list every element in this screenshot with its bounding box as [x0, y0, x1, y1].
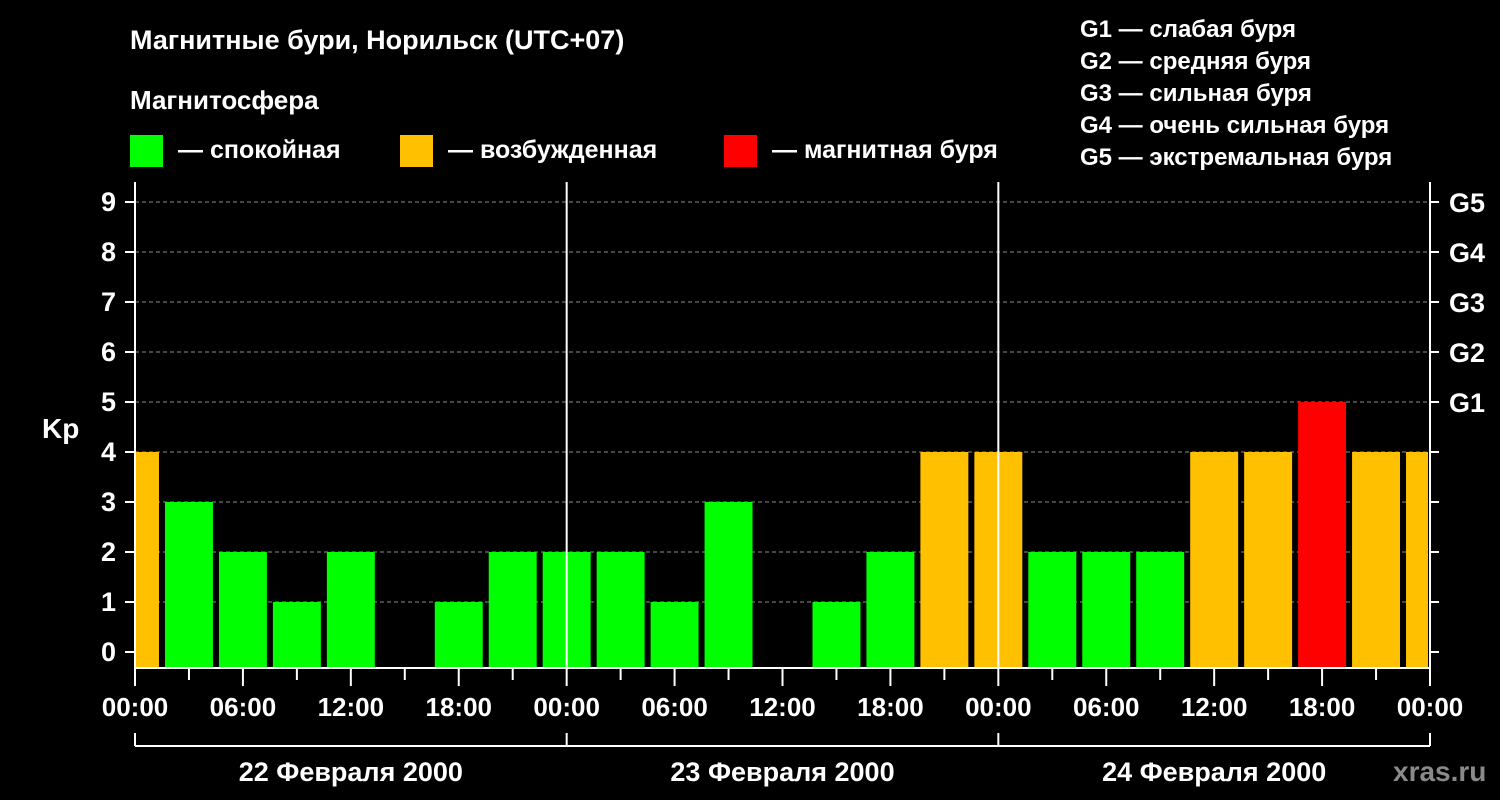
y-tick-label: 1	[101, 587, 116, 617]
y-tick-label: 7	[101, 287, 116, 317]
kp-bar-22	[1298, 402, 1347, 668]
y-tick-label: 9	[101, 187, 116, 217]
x-tick-label: 12:00	[318, 692, 385, 722]
g-level-label: G5	[1449, 188, 1485, 218]
legend-swatch-storm	[724, 135, 757, 167]
kp-bar-11	[704, 502, 753, 668]
kp-bar-19	[1136, 552, 1185, 668]
kp-bar-20	[1190, 452, 1239, 668]
y-tick-label: 4	[101, 437, 116, 467]
y-tick-label: 6	[101, 337, 116, 367]
kp-bar-13	[812, 602, 861, 668]
kp-bar-21	[1244, 452, 1293, 668]
g-scale-item-g5: G5 — экстремальная буря	[1080, 144, 1392, 171]
y-axis-label: Kp	[42, 413, 79, 444]
day-label: 23 Февраля 2000	[670, 757, 894, 787]
legend-swatch-quiet	[130, 135, 163, 167]
legend-label-storm: — магнитная буря	[772, 136, 998, 164]
x-tick-label: 00:00	[965, 692, 1032, 722]
x-tick-label: 06:00	[641, 692, 708, 722]
kp-bar-23	[1352, 452, 1401, 668]
legend-label-active: — возбужденная	[448, 136, 657, 164]
x-tick-label: 18:00	[1289, 692, 1356, 722]
x-tick-label: 12:00	[749, 692, 816, 722]
y-tick-label: 2	[101, 537, 116, 567]
x-tick-label: 00:00	[533, 692, 600, 722]
chart-title: Магнитные бури, Норильск (UTC+07)	[130, 25, 624, 55]
g-scale-item-g3: G3 — сильная буря	[1080, 80, 1312, 107]
g-scale-item-g4: G4 — очень сильная буря	[1080, 112, 1389, 139]
kp-chart: Магнитные бури, Норильск (UTC+07) Магнит…	[42, 16, 1486, 787]
g-scale-item-g1: G1 — слабая буря	[1080, 16, 1296, 43]
kp-bar-9	[596, 552, 645, 668]
kp-bar-15	[920, 452, 969, 668]
magnetosphere-heading: Магнитосфера	[130, 85, 319, 115]
y-tick-label: 8	[101, 237, 116, 267]
g-level-label: G3	[1449, 288, 1485, 318]
day-label: 24 Февраля 2000	[1102, 757, 1326, 787]
x-tick-label: 18:00	[857, 692, 924, 722]
kp-bar-10	[650, 602, 699, 668]
watermark: xras.ru	[1393, 756, 1486, 787]
y-tick-label: 5	[101, 387, 116, 417]
kp-bar-3	[272, 602, 321, 668]
g-level-label: G4	[1449, 238, 1485, 268]
kp-bar-6	[434, 602, 483, 668]
kp-bars	[136, 402, 1428, 668]
x-tick-label: 00:00	[1397, 692, 1464, 722]
legend-label-quiet: — спокойная	[178, 136, 341, 164]
g-level-label: G2	[1449, 338, 1485, 368]
kp-bar-7	[488, 552, 537, 668]
kp-bar-14	[866, 552, 915, 668]
x-tick-label: 00:00	[102, 692, 169, 722]
y-tick-label: 3	[101, 487, 116, 517]
y-tick-label: 0	[101, 637, 116, 667]
g-scale-item-g2: G2 — средняя буря	[1080, 48, 1311, 75]
kp-bar-4	[326, 552, 375, 668]
kp-bar-17	[1028, 552, 1077, 668]
x-tick-label: 06:00	[1073, 692, 1140, 722]
x-tick-label: 12:00	[1181, 692, 1248, 722]
kp-bar-1	[164, 502, 213, 668]
x-tick-label: 18:00	[426, 692, 493, 722]
axes	[125, 182, 1439, 747]
kp-bar-0	[136, 452, 159, 668]
kp-bar-18	[1082, 552, 1131, 668]
kp-bar-2	[218, 552, 267, 668]
day-label: 22 Февраля 2000	[239, 757, 463, 787]
kp-bar-24	[1406, 452, 1428, 668]
legend: — спокойная — возбужденная — магнитная б…	[130, 135, 998, 167]
g-level-label: G1	[1449, 388, 1485, 418]
g-scale-legend: G1 — слабая буря G2 — средняя буря G3 — …	[1080, 16, 1392, 171]
x-tick-label: 06:00	[210, 692, 277, 722]
legend-swatch-active	[400, 135, 433, 167]
